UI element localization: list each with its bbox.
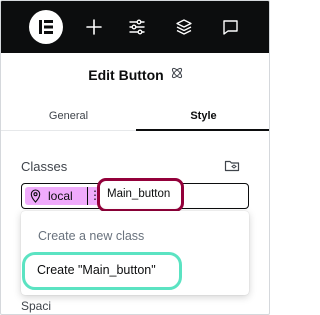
classes-label: Classes <box>21 159 68 174</box>
folder-icon[interactable] <box>224 157 240 173</box>
class-chip-local[interactable]: local ⋮ <box>25 187 101 205</box>
sliders-icon[interactable] <box>125 15 149 39</box>
top-bar <box>1 1 269 53</box>
tab-style[interactable]: Style <box>136 101 269 131</box>
elementor-logo-icon[interactable] <box>29 10 63 44</box>
page-title: Edit Button <box>88 67 164 83</box>
dropdown-heading: Create a new class <box>38 229 145 243</box>
tab-general[interactable]: General <box>1 101 136 130</box>
layers-icon[interactable] <box>172 15 196 39</box>
chip-label: local <box>48 189 73 203</box>
editor-panel: Edit Button General Style Classes local <box>0 0 270 315</box>
atomic-icon <box>170 66 184 85</box>
panel-header: Edit Button <box>1 53 269 97</box>
chip-divider <box>87 187 88 205</box>
class-input-value[interactable]: Main_button <box>107 188 170 200</box>
create-class-option[interactable]: Create "Main_button" <box>37 263 156 277</box>
chat-icon[interactable] <box>218 15 242 39</box>
location-pin-icon <box>29 189 42 203</box>
plus-icon[interactable] <box>82 15 106 39</box>
spacing-section-label: Spacing <box>21 299 51 313</box>
panel-tabs: General Style <box>1 101 269 131</box>
